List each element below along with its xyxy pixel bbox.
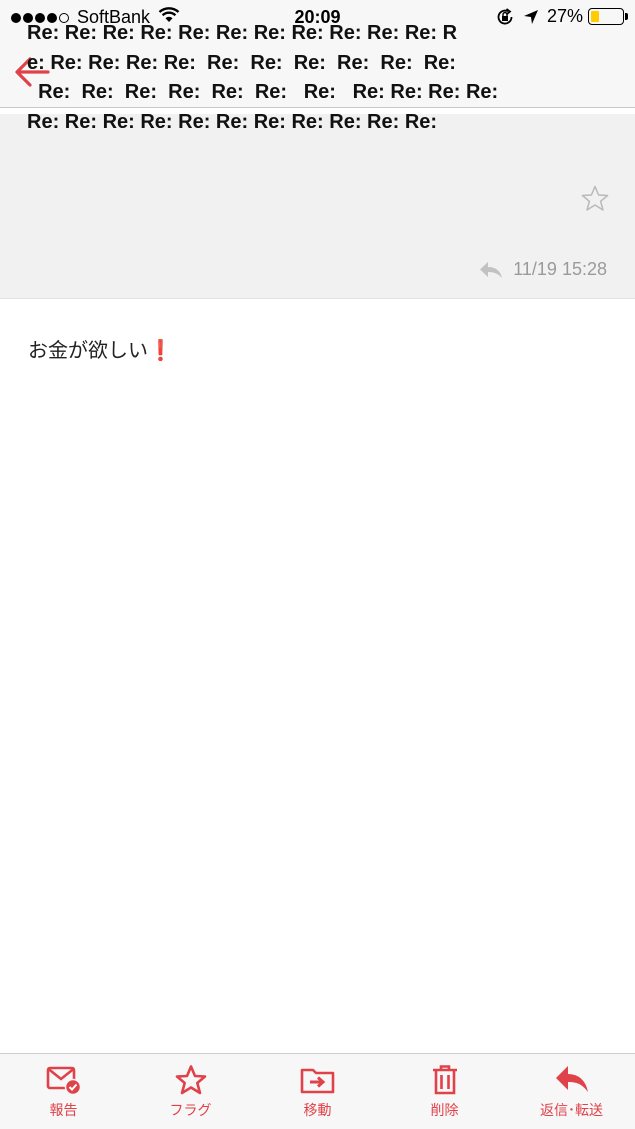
message-meta: 11/19 15:28 [479, 259, 607, 280]
star-outline-icon [581, 185, 609, 211]
report-label: 報告 [49, 1103, 78, 1119]
trash-icon [432, 1065, 457, 1095]
subject-line: e: Re: Re: Re: Re: Re: Re: Re: Re: Re: R… [27, 51, 456, 74]
body-text: お金が欲しい [28, 338, 148, 362]
subject-line: Re: Re: Re: Re: Re: Re: Re: Re: Re: Re: … [27, 22, 458, 44]
subject-line: Re: Re: Re: Re: Re: Re: Re: Re: Re: Re: … [27, 110, 438, 133]
message-date: 11/19 15:28 [513, 259, 607, 279]
report-spam-icon [46, 1066, 81, 1096]
move-to-folder-icon [300, 1068, 334, 1094]
message-body: お金が欲しい❗ [28, 334, 173, 363]
flag-button[interactable]: フラグ [136, 1054, 246, 1120]
battery-level [591, 11, 600, 22]
message-subject: Re: Re: Re: Re: Re: Re: Re: Re: Re: Re: … [27, 19, 567, 137]
battery-icon [588, 8, 628, 25]
report-button[interactable]: 報告 [9, 1054, 119, 1120]
mail-view-screen: SoftBank 20:09 27% Re: Re: Re: Re: Re: R… [0, 0, 635, 1129]
move-button[interactable]: 移動 [263, 1054, 373, 1120]
reply-icon [555, 1066, 588, 1092]
subject-line: Re: Re: Re: Re: Re: Re: Re: Re: Re: Re: … [27, 81, 499, 103]
delete-label: 削除 [430, 1103, 459, 1119]
reply-forward-button[interactable]: 返信･転送 [517, 1054, 627, 1120]
reply-forward-label: 返信･転送 [540, 1103, 603, 1119]
favorite-star-button[interactable] [580, 184, 610, 214]
replied-icon [479, 261, 503, 279]
flag-label: フラグ [169, 1103, 212, 1119]
bottom-toolbar: 報告 フラグ 移動 削除 返信･転送 [0, 1053, 635, 1129]
exclamation-emoji: ❗ [148, 338, 173, 362]
delete-button[interactable]: 削除 [390, 1054, 500, 1120]
star-outline-icon [175, 1065, 206, 1095]
move-label: 移動 [303, 1103, 332, 1119]
